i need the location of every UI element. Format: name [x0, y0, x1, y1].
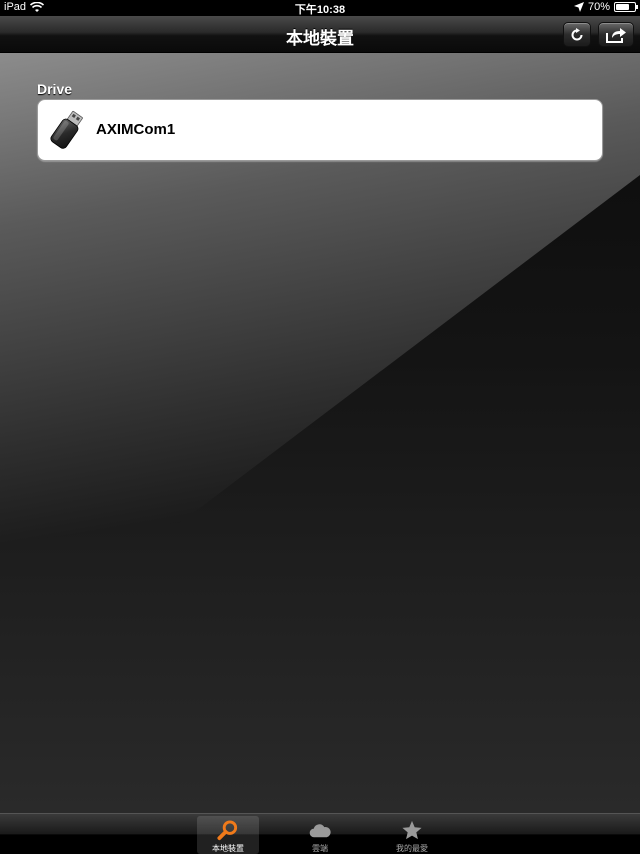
section-header-drive: Drive	[37, 81, 73, 97]
location-arrow-icon	[573, 2, 584, 12]
tab-label: 我的最愛	[396, 844, 428, 853]
content-area: Drive AXIMCom1	[0, 53, 640, 813]
nav-bar: 本地裝置	[0, 16, 640, 53]
refresh-button[interactable]	[563, 22, 591, 47]
tab-favorites[interactable]: 我的最愛	[381, 816, 443, 854]
search-icon	[217, 820, 238, 841]
drive-item[interactable]: AXIMCom1	[38, 100, 602, 160]
drive-label: AXIMCom1	[96, 121, 176, 138]
drive-list: AXIMCom1	[37, 99, 603, 161]
battery-icon	[614, 2, 638, 12]
share-button[interactable]	[598, 22, 634, 47]
tab-label: 本地裝置	[212, 844, 244, 853]
status-bar: iPad 下午10:38 70%	[0, 0, 640, 16]
screen: iPad 下午10:38 70% 本地裝置 Drive AXIMCom1 本地裝…	[0, 0, 640, 854]
battery-percent: 70%	[587, 1, 610, 13]
tab-label: 雲端	[312, 844, 328, 853]
tab-bar: 本地裝置 雲端 我的最愛	[0, 813, 640, 854]
page-title: 本地裝置	[286, 29, 354, 48]
cloud-icon	[309, 824, 331, 838]
share-icon	[606, 27, 626, 43]
status-time: 下午10:38	[294, 4, 346, 16]
tab-local-device[interactable]: 本地裝置	[197, 816, 259, 854]
refresh-icon	[571, 27, 583, 40]
tab-cloud[interactable]: 雲端	[289, 816, 351, 854]
usb-drive-icon	[50, 110, 83, 149]
star-icon	[402, 820, 422, 840]
battery-fill	[616, 4, 629, 10]
status-right: 70%	[573, 1, 638, 13]
